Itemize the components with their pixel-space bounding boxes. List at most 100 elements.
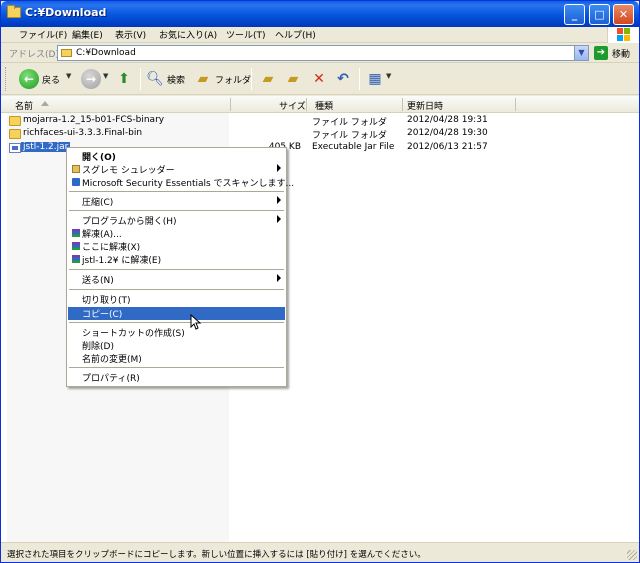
menu-item-label: Microsoft Security Essentials でスキャンします..… <box>82 179 295 189</box>
menu-item-mse-scan[interactable]: Microsoft Security Essentials でスキャンします..… <box>68 176 294 189</box>
address-input[interactable]: C:¥Download ▼ <box>57 45 589 61</box>
menu-item-label: プロパティ(R) <box>82 374 140 384</box>
submenu-arrow-icon <box>277 164 281 172</box>
menu-item-extract-here[interactable]: ここに解凍(X) <box>68 240 285 253</box>
security-shield-icon <box>72 178 80 186</box>
back-button[interactable]: 戻る <box>42 73 60 86</box>
folder-icon <box>61 49 72 57</box>
copy-to-icon[interactable]: ▰ <box>283 69 303 89</box>
menu-help[interactable]: ヘルプ(H) <box>275 28 316 41</box>
menu-favorites[interactable]: お気に入り(A) <box>159 28 217 41</box>
menu-item-cut[interactable]: 切り取り(T) <box>68 293 285 306</box>
menu-item-label: ショートカットの作成(S) <box>82 329 185 339</box>
toolbar-separator <box>251 68 252 90</box>
column-size[interactable]: サイズ <box>279 99 306 112</box>
folders-button[interactable]: フォルダ <box>215 73 251 86</box>
views-icon[interactable]: ▦ <box>365 69 385 89</box>
windows-logo-icon <box>607 27 639 43</box>
archive-icon <box>72 255 80 263</box>
column-divider[interactable] <box>515 98 516 111</box>
menu-separator <box>69 289 284 290</box>
column-divider[interactable] <box>230 98 231 111</box>
back-arrow-icon[interactable]: ← <box>19 69 39 89</box>
back-dropdown-icon[interactable]: ▼ <box>66 72 71 80</box>
menu-separator <box>69 269 284 270</box>
file-date: 2012/06/13 21:57 <box>407 142 488 152</box>
menu-item-extract-to[interactable]: jstl-1.2¥ に解凍(E) <box>68 253 285 266</box>
resize-grip[interactable] <box>627 550 637 560</box>
column-type[interactable]: 種類 <box>315 99 333 112</box>
status-bar: 選択された項目をクリップボードにコピーします。新しい位置に挿入するには [貼り付… <box>1 542 639 562</box>
file-type: ファイル フォルダ <box>312 131 387 141</box>
toolbar-separator <box>359 68 360 90</box>
menu-item-label: 解凍(A)... <box>82 230 122 240</box>
menu-bar: ファイル(F) 編集(E) 表示(V) お気に入り(A) ツール(T) ヘルプ(… <box>1 27 639 43</box>
file-date: 2012/04/28 19:30 <box>407 128 488 138</box>
menu-file[interactable]: ファイル(F) <box>19 28 67 41</box>
address-label: アドレス(D) <box>9 50 59 60</box>
menu-tools[interactable]: ツール(T) <box>226 28 266 41</box>
file-date: 2012/04/28 19:31 <box>407 115 488 125</box>
delete-icon[interactable]: ✕ <box>309 69 329 89</box>
forward-dropdown-icon[interactable]: ▼ <box>103 72 108 80</box>
menu-item-label: プログラムから開く(H) <box>82 217 177 227</box>
column-name[interactable]: 名前 <box>15 99 33 112</box>
menu-item-compress[interactable]: 圧縮(C) <box>68 195 285 208</box>
menu-item-create-shortcut[interactable]: ショートカットの作成(S) <box>68 326 285 339</box>
menu-edit[interactable]: 編集(E) <box>72 28 103 41</box>
file-row[interactable]: mojarra-1.2_15-b01-FCS-binary ファイル フォルダ … <box>1 115 639 128</box>
maximize-button[interactable]: □ <box>589 4 610 25</box>
menu-view[interactable]: 表示(V) <box>115 28 146 41</box>
menu-item-label: 開く(O) <box>82 153 116 163</box>
jar-file-icon <box>9 143 21 153</box>
menu-item-label: 切り取り(T) <box>82 296 131 306</box>
status-text: 選択された項目をクリップボードにコピーします。新しい位置に挿入するには [貼り付… <box>7 550 426 560</box>
menu-item-send-to[interactable]: 送る(N) <box>68 273 285 286</box>
menu-item-label: スグレモ シュレッダー <box>82 166 175 176</box>
folder-icon <box>9 129 21 139</box>
minimize-button[interactable]: _ <box>564 4 585 25</box>
menu-item-label: 圧縮(C) <box>82 198 114 208</box>
archive-icon <box>72 229 80 237</box>
menu-item-shredder[interactable]: スグレモ シュレッダー <box>68 163 285 176</box>
menu-item-label: ここに解凍(X) <box>82 243 141 253</box>
folders-icon[interactable]: ▰ <box>193 69 213 89</box>
close-button[interactable]: ✕ <box>613 4 634 25</box>
submenu-arrow-icon <box>277 215 281 223</box>
search-button[interactable]: 検索 <box>167 73 185 86</box>
move-to-icon[interactable]: ▰ <box>258 69 278 89</box>
folder-icon <box>9 116 21 126</box>
file-type: ファイル フォルダ <box>312 118 387 128</box>
address-bar: アドレス(D) C:¥Download ▼ ➔ 移動 <box>1 43 639 63</box>
menu-item-label: jstl-1.2¥ に解凍(E) <box>82 256 162 266</box>
search-icon[interactable]: 🔍︎ <box>145 69 165 89</box>
submenu-arrow-icon <box>277 196 281 204</box>
menu-item-open-with[interactable]: プログラムから開く(H) <box>68 214 285 227</box>
menu-item-rename[interactable]: 名前の変更(M) <box>68 352 285 365</box>
views-dropdown-icon[interactable]: ▼ <box>386 72 391 80</box>
toolbar-grip[interactable] <box>5 67 8 91</box>
menu-item-open[interactable]: 開く(O) <box>68 150 285 163</box>
up-folder-icon[interactable]: ⬆ <box>114 69 134 89</box>
menu-separator <box>69 367 284 368</box>
archive-icon <box>72 242 80 250</box>
column-date[interactable]: 更新日時 <box>407 99 443 112</box>
column-header-bar: 名前 サイズ 種類 更新日時 <box>1 96 639 113</box>
address-value: C:¥Download <box>76 48 136 58</box>
go-button[interactable]: 移動 <box>612 47 630 60</box>
menu-item-delete[interactable]: 削除(D) <box>68 339 285 352</box>
menu-item-properties[interactable]: プロパティ(R) <box>68 371 285 384</box>
forward-arrow-icon[interactable]: → <box>81 69 101 89</box>
menu-item-extract[interactable]: 解凍(A)... <box>68 227 285 240</box>
address-dropdown-button[interactable]: ▼ <box>574 46 588 60</box>
toolbar: ← 戻る ▼ → ▼ ⬆ 🔍︎ 検索 ▰ フォルダ ▰ ▰ ✕ ↶ ▦ ▼ <box>1 63 639 95</box>
folder-icon <box>7 5 21 18</box>
go-arrow-icon[interactable]: ➔ <box>594 46 608 60</box>
undo-icon[interactable]: ↶ <box>333 69 353 89</box>
menu-item-copy[interactable]: コピー(C) <box>68 307 285 320</box>
file-row[interactable]: richfaces-ui-3.3.3.Final-bin ファイル フォルダ 2… <box>1 128 639 141</box>
title-bar[interactable]: C:¥Download _ □ ✕ <box>1 1 639 27</box>
toolbar-separator <box>140 68 141 90</box>
column-divider[interactable] <box>306 98 307 111</box>
column-divider[interactable] <box>402 98 403 111</box>
